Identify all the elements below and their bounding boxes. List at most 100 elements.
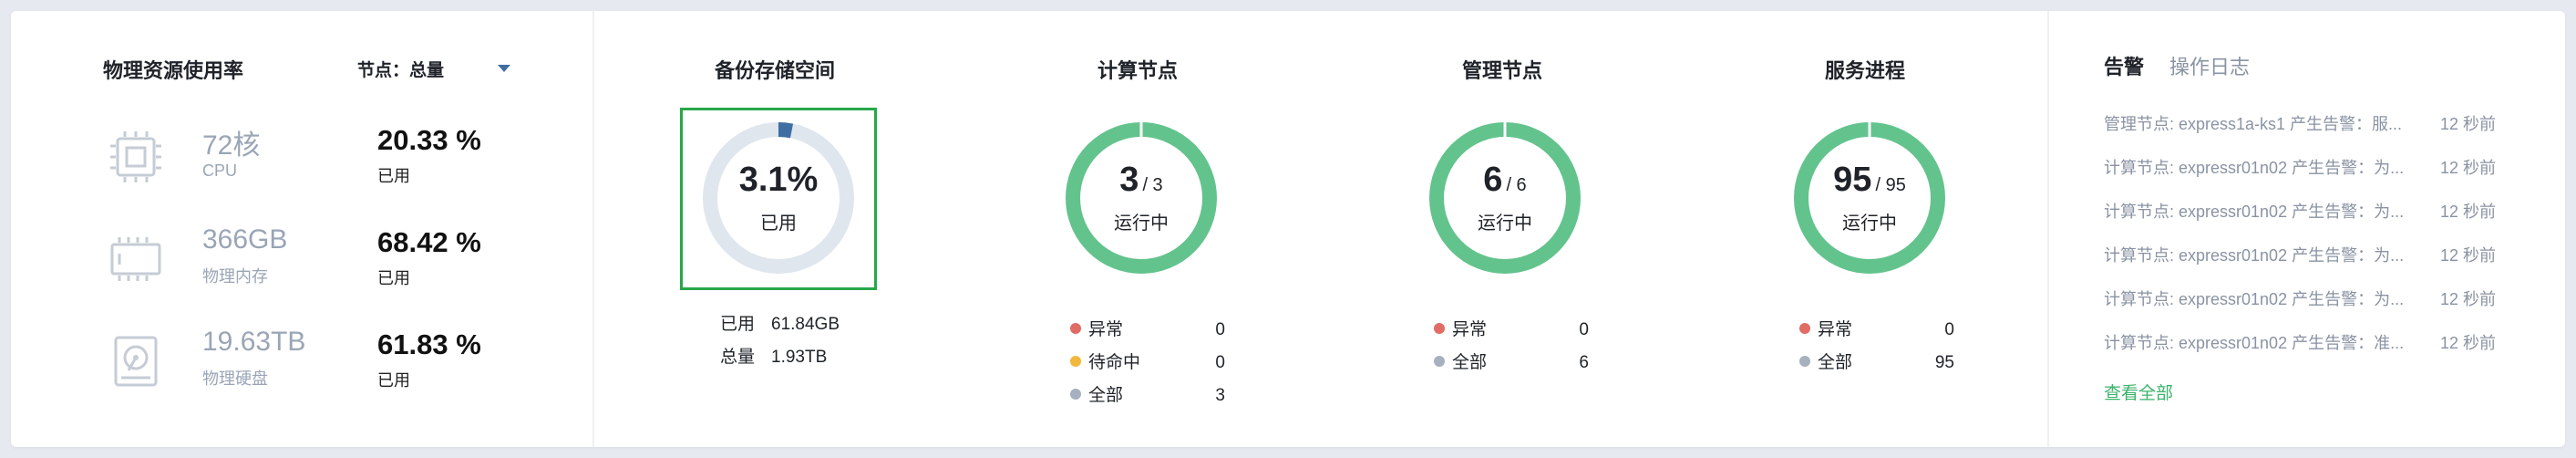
legend-value: 0 [1215, 353, 1225, 372]
backup-title: 备份存储空间 [715, 59, 836, 82]
service-title: 服务进程 [1825, 59, 1906, 82]
alert-text: 计算节点: expressr01n02 产生告警：为... [2104, 246, 2405, 265]
legend-value: 0 [1215, 320, 1225, 339]
management-legend: 异常 0 全部 6 [1434, 314, 1589, 380]
alert-text: 管理节点: express1a-ks1 产生告警：服... [2104, 115, 2403, 133]
cpu-icon [110, 131, 161, 182]
management-status: 运行中 [1478, 213, 1532, 234]
alert-time: 12 秒前 [2439, 334, 2496, 352]
legend-value: 3 [1215, 386, 1225, 405]
management-center: 6/ 6 运行中 [1427, 120, 1582, 276]
resource-row-cpu: 72核 CPU 20.33 % 已用 [107, 122, 508, 195]
legend-value: 95 [1934, 353, 1954, 372]
legend-value: 0 [1579, 320, 1589, 339]
management-title: 管理节点 [1462, 59, 1543, 82]
backup-total-label: 总量 [720, 348, 756, 367]
service-center: 95/ 95 运行中 [1792, 120, 1947, 276]
all-dot-icon [1799, 355, 1810, 367]
abnormal-dot-icon [1799, 322, 1810, 334]
legend-value: 6 [1579, 353, 1589, 372]
legend-label: 全部 [1088, 386, 1124, 405]
legend-label: 待命中 [1088, 353, 1141, 372]
management-running: 6 [1483, 160, 1503, 199]
alert-item[interactable]: 计算节点: expressr01n02 产生告警：准... 12 秒前 [2104, 330, 2496, 358]
legend-label: 异常 [1088, 320, 1124, 339]
memory-label: 物理内存 [202, 267, 268, 286]
legend-item: 异常 0 [1434, 314, 1589, 347]
alert-time: 12 秒前 [2439, 290, 2496, 308]
backup-percent: 3.1% [738, 160, 819, 199]
cpu-value: 72核 [202, 130, 261, 161]
cpu-used-label: 已用 [377, 167, 410, 185]
legend-value: 0 [1944, 320, 1954, 339]
alert-item[interactable]: 管理节点: express1a-ks1 产生告警：服... 12 秒前 [2104, 111, 2496, 139]
panel-divider [2047, 11, 2049, 447]
service-running: 95 [1833, 160, 1872, 199]
view-all-link[interactable]: 查看全部 [2104, 380, 2173, 404]
alert-item[interactable]: 计算节点: expressr01n02 产生告警：为... 12 秒前 [2104, 286, 2496, 314]
alert-time: 12 秒前 [2439, 159, 2496, 177]
legend-label: 全部 [1452, 353, 1488, 372]
alert-item[interactable]: 计算节点: expressr01n02 产生告警：为... 12 秒前 [2104, 243, 2496, 270]
cpu-percent: 20.33 % [377, 124, 481, 156]
disk-used-label: 已用 [377, 371, 410, 390]
backup-used-value: 61.84GB [771, 315, 840, 334]
resource-row-disk: 19.63TB 物理硬盘 61.83 % 已用 [107, 327, 508, 400]
service-total: / 95 [1875, 174, 1906, 195]
node-filter-label: 节点： [357, 61, 410, 80]
backup-stats: 已用 61.84GB 总量 1.93TB [720, 308, 902, 374]
disk-percent: 61.83 % [377, 328, 481, 360]
backup-center: 3.1% 已用 [701, 120, 856, 276]
all-dot-icon [1070, 388, 1081, 400]
legend-item: 全部 95 [1799, 347, 1954, 380]
service-donut[interactable]: 95/ 95 运行中 [1792, 120, 1947, 276]
node-filter-value: 总量 [409, 61, 445, 80]
chevron-down-icon [498, 65, 510, 72]
legend-label: 全部 [1818, 353, 1853, 372]
standby-dot-icon [1070, 355, 1081, 367]
abnormal-dot-icon [1070, 322, 1081, 334]
alert-item[interactable]: 计算节点: expressr01n02 产生告警：为... 12 秒前 [2104, 199, 2496, 226]
alert-time: 12 秒前 [2439, 203, 2496, 221]
alert-text: 计算节点: expressr01n02 产生告警：为... [2104, 203, 2405, 221]
resource-row-memory: 366GB 物理内存 68.42 % 已用 [107, 224, 508, 297]
memory-percent: 68.42 % [377, 226, 481, 258]
node-filter-dropdown[interactable]: 节点：总量 [357, 57, 521, 84]
alert-text: 计算节点: expressr01n02 产生告警：准... [2104, 334, 2405, 352]
alert-item[interactable]: 计算节点: expressr01n02 产生告警：为... 12 秒前 [2104, 155, 2496, 182]
all-dot-icon [1434, 355, 1445, 367]
compute-total: / 3 [1142, 174, 1163, 195]
alert-text: 计算节点: expressr01n02 产生告警：为... [2104, 159, 2405, 177]
disk-icon [114, 336, 158, 387]
tab-alerts[interactable]: 告警 [2104, 51, 2144, 80]
compute-legend: 异常 0 待命中 0 全部 3 [1070, 314, 1225, 412]
memory-icon [110, 237, 161, 281]
legend-item: 全部 6 [1434, 347, 1589, 380]
alert-time: 12 秒前 [2439, 115, 2496, 133]
compute-donut[interactable]: 3/ 3 运行中 [1064, 120, 1219, 276]
compute-center: 3/ 3 运行中 [1064, 120, 1219, 276]
backup-used-label: 已用 [720, 315, 756, 334]
legend-item: 全部 3 [1070, 380, 1225, 412]
panel-divider [592, 11, 594, 447]
compute-running: 3 [1119, 160, 1139, 199]
cpu-label: CPU [202, 161, 238, 180]
memory-used-label: 已用 [377, 269, 410, 287]
tab-operation-log[interactable]: 操作日志 [2169, 51, 2250, 80]
service-legend: 异常 0 全部 95 [1799, 314, 1954, 380]
management-total: / 6 [1506, 174, 1527, 195]
management-donut[interactable]: 6/ 6 运行中 [1427, 120, 1582, 276]
memory-value: 366GB [202, 224, 288, 255]
backup-status: 已用 [760, 213, 797, 234]
abnormal-dot-icon [1434, 322, 1445, 334]
backup-total-value: 1.93TB [771, 348, 828, 367]
legend-item: 异常 0 [1799, 314, 1954, 347]
backup-donut: 3.1% 已用 [701, 120, 856, 276]
service-status: 运行中 [1842, 213, 1897, 234]
compute-title: 计算节点 [1097, 59, 1179, 82]
legend-label: 异常 [1452, 320, 1488, 339]
legend-label: 异常 [1818, 320, 1853, 339]
compute-status: 运行中 [1114, 213, 1169, 234]
disk-label: 物理硬盘 [202, 370, 268, 388]
alert-text: 计算节点: expressr01n02 产生告警：为... [2104, 290, 2405, 308]
